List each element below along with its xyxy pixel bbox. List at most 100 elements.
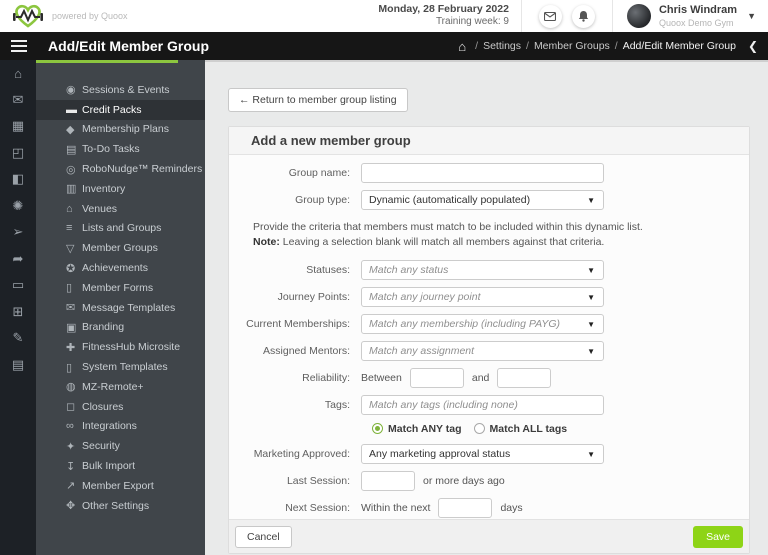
fitnesshub-icon: ✚ <box>66 341 82 354</box>
facility-icon[interactable]: ◰ <box>0 140 36 167</box>
last-session-label: Last Session: <box>229 475 361 487</box>
breadcrumb-item-settings[interactable]: Settings <box>483 40 521 52</box>
share-icon[interactable]: ➦ <box>0 246 36 273</box>
sidebar-item-member-export[interactable]: ↗Member Export <box>36 476 205 496</box>
sidebar-item-member-groups[interactable]: ▽Member Groups <box>36 238 205 258</box>
sidebar-item-label: MZ-Remote+ <box>82 381 144 393</box>
sidebar-item-member-forms[interactable]: ▯Member Forms <box>36 278 205 298</box>
integrations-icon: ∞ <box>66 420 82 432</box>
alerts-button[interactable] <box>572 5 595 28</box>
breadcrumb-item-member-groups[interactable]: Member Groups <box>534 40 610 52</box>
avatar <box>627 4 651 28</box>
sidebar-item-mz-remote-[interactable]: ◍MZ-Remote+ <box>36 377 205 397</box>
sidebar-item-label: Closures <box>82 401 123 413</box>
sessions-icon: ◉ <box>66 83 82 96</box>
sidebar-item-label: Venues <box>82 203 117 215</box>
match-all-tags-label: Match ALL tags <box>490 423 568 435</box>
current-memberships-select[interactable]: Match any membership (including PAYG) ▼ <box>361 314 604 334</box>
user-menu[interactable]: Chris Windram Quoox Demo Gym ▼ <box>613 4 768 28</box>
sidebar-item-system-templates[interactable]: ▯System Templates <box>36 357 205 377</box>
group-name-input[interactable] <box>361 163 604 183</box>
security-icon: ✦ <box>66 440 82 453</box>
match-all-tags-radio[interactable] <box>474 423 485 434</box>
home-icon[interactable]: ⌂ <box>458 39 466 54</box>
journey-points-label: Journey Points: <box>229 291 361 303</box>
current-date: Monday, 28 February 2022 <box>378 3 509 16</box>
assigned-mentors-select[interactable]: Match any assignment ▼ <box>361 341 604 361</box>
sidebar-item-security[interactable]: ✦Security <box>36 436 205 456</box>
next-session-input[interactable] <box>438 498 492 518</box>
sidebar-item-fitnesshub-microsite[interactable]: ✚FitnessHub Microsite <box>36 337 205 357</box>
match-any-tag-radio[interactable] <box>372 423 383 434</box>
sidebar-item-membership-plans[interactable]: ◆Membership Plans <box>36 120 205 140</box>
sidebar-item-label: Lists and Groups <box>82 222 161 234</box>
sidebar-item-label: Member Export <box>82 480 154 492</box>
tags-label: Tags: <box>229 399 361 411</box>
sidebar-item-bulk-import[interactable]: ↧Bulk Import <box>36 456 205 476</box>
messages-icon[interactable]: ✉ <box>0 87 36 114</box>
tags-input[interactable] <box>361 395 604 415</box>
reliability-min-input[interactable] <box>410 368 464 388</box>
app-logo[interactable]: powered by Quoox <box>12 3 128 29</box>
training-week: Training week: 9 <box>378 16 509 29</box>
marketing-icon[interactable]: ➢ <box>0 219 36 246</box>
messages-button[interactable] <box>539 5 562 28</box>
sidebar-item-credit-packs[interactable]: ▬Credit Packs <box>36 100 205 120</box>
sidebar-item-achievements[interactable]: ✪Achievements <box>36 258 205 278</box>
sidebar-item-venues[interactable]: ⌂Venues <box>36 199 205 219</box>
bell-icon <box>578 10 589 22</box>
page-title: Add/Edit Member Group <box>48 38 209 54</box>
cancel-button[interactable]: Cancel <box>235 526 292 548</box>
notes-icon[interactable]: ✎ <box>0 325 36 352</box>
marketing-approved-select[interactable]: Any marketing approval status ▼ <box>361 444 604 464</box>
breadcrumb-item-add-edit-member-group[interactable]: Add/Edit Member Group <box>623 40 736 52</box>
sidebar-item-robonudge-reminders[interactable]: ◎RoboNudge™ Reminders <box>36 159 205 179</box>
menu-icon[interactable] <box>11 40 27 55</box>
sidebar-item-label: System Templates <box>82 361 168 373</box>
sidebar-item-closures[interactable]: ◻Closures <box>36 397 205 417</box>
group-type-select[interactable]: Dynamic (automatically populated) ▼ <box>361 190 604 210</box>
journey-points-select[interactable]: Match any journey point ▼ <box>361 287 604 307</box>
last-session-suffix: or more days ago <box>423 475 505 487</box>
sidebar-item-label: Inventory <box>82 183 125 195</box>
mz-remote-icon: ◍ <box>66 380 82 393</box>
reports-icon[interactable]: ⊞ <box>0 299 36 326</box>
chevron-down-icon: ▼ <box>587 347 595 356</box>
main-content: ← Return to member group listing Add a n… <box>205 60 768 555</box>
sidebar-item-branding[interactable]: ▣Branding <box>36 318 205 338</box>
sidebar-item-lists-and-groups[interactable]: ≡Lists and Groups <box>36 219 205 239</box>
sidebar-item-message-templates[interactable]: ✉Message Templates <box>36 298 205 318</box>
breadcrumb-separator: / <box>475 40 478 52</box>
sidebar-item-label: FitnessHub Microsite <box>82 341 180 353</box>
home-icon[interactable]: ⌂ <box>0 60 36 87</box>
sidebar-item-other-settings[interactable]: ✥Other Settings <box>36 496 205 516</box>
calendar-icon[interactable]: ▦ <box>0 113 36 140</box>
breadcrumb: ⌂ /Settings/Member Groups/Add/Edit Membe… <box>458 39 736 54</box>
sidebar-item-label: Member Forms <box>82 282 153 294</box>
sidebar-item-to-do-tasks[interactable]: ▤To-Do Tasks <box>36 139 205 159</box>
membership-plans-icon: ◆ <box>66 123 82 136</box>
powered-by-label: powered by Quoox <box>52 11 128 21</box>
statuses-select[interactable]: Match any status ▼ <box>361 260 604 280</box>
member-export-icon: ↗ <box>66 479 82 492</box>
member-forms-icon: ▯ <box>66 281 82 294</box>
collapse-sidebar-icon[interactable]: ❮ <box>748 39 758 53</box>
documents-icon[interactable]: ▤ <box>0 352 36 379</box>
equipment-icon[interactable]: ◧ <box>0 166 36 193</box>
sidebar-item-inventory[interactable]: ▥Inventory <box>36 179 205 199</box>
admin-cogs-icon[interactable]: ✺ <box>0 193 36 220</box>
title-bar: Add/Edit Member Group ⌂ /Settings/Member… <box>0 32 768 60</box>
sidebar-item-integrations[interactable]: ∞Integrations <box>36 417 205 437</box>
sidebar-item-sessions-events[interactable]: ◉Sessions & Events <box>36 80 205 100</box>
reliability-max-input[interactable] <box>497 368 551 388</box>
return-to-listing-button[interactable]: ← Return to member group listing <box>228 88 408 112</box>
save-button[interactable]: Save <box>693 526 743 548</box>
last-session-input[interactable] <box>361 471 415 491</box>
finance-icon[interactable]: ▭ <box>0 272 36 299</box>
lists-groups-icon: ≡ <box>66 222 82 234</box>
group-type-label: Group type: <box>229 194 361 206</box>
sidebar-item-label: Integrations <box>82 420 137 432</box>
branding-icon: ▣ <box>66 321 82 334</box>
robonudge-icon: ◎ <box>66 163 82 176</box>
match-any-tag-label: Match ANY tag <box>388 423 462 435</box>
